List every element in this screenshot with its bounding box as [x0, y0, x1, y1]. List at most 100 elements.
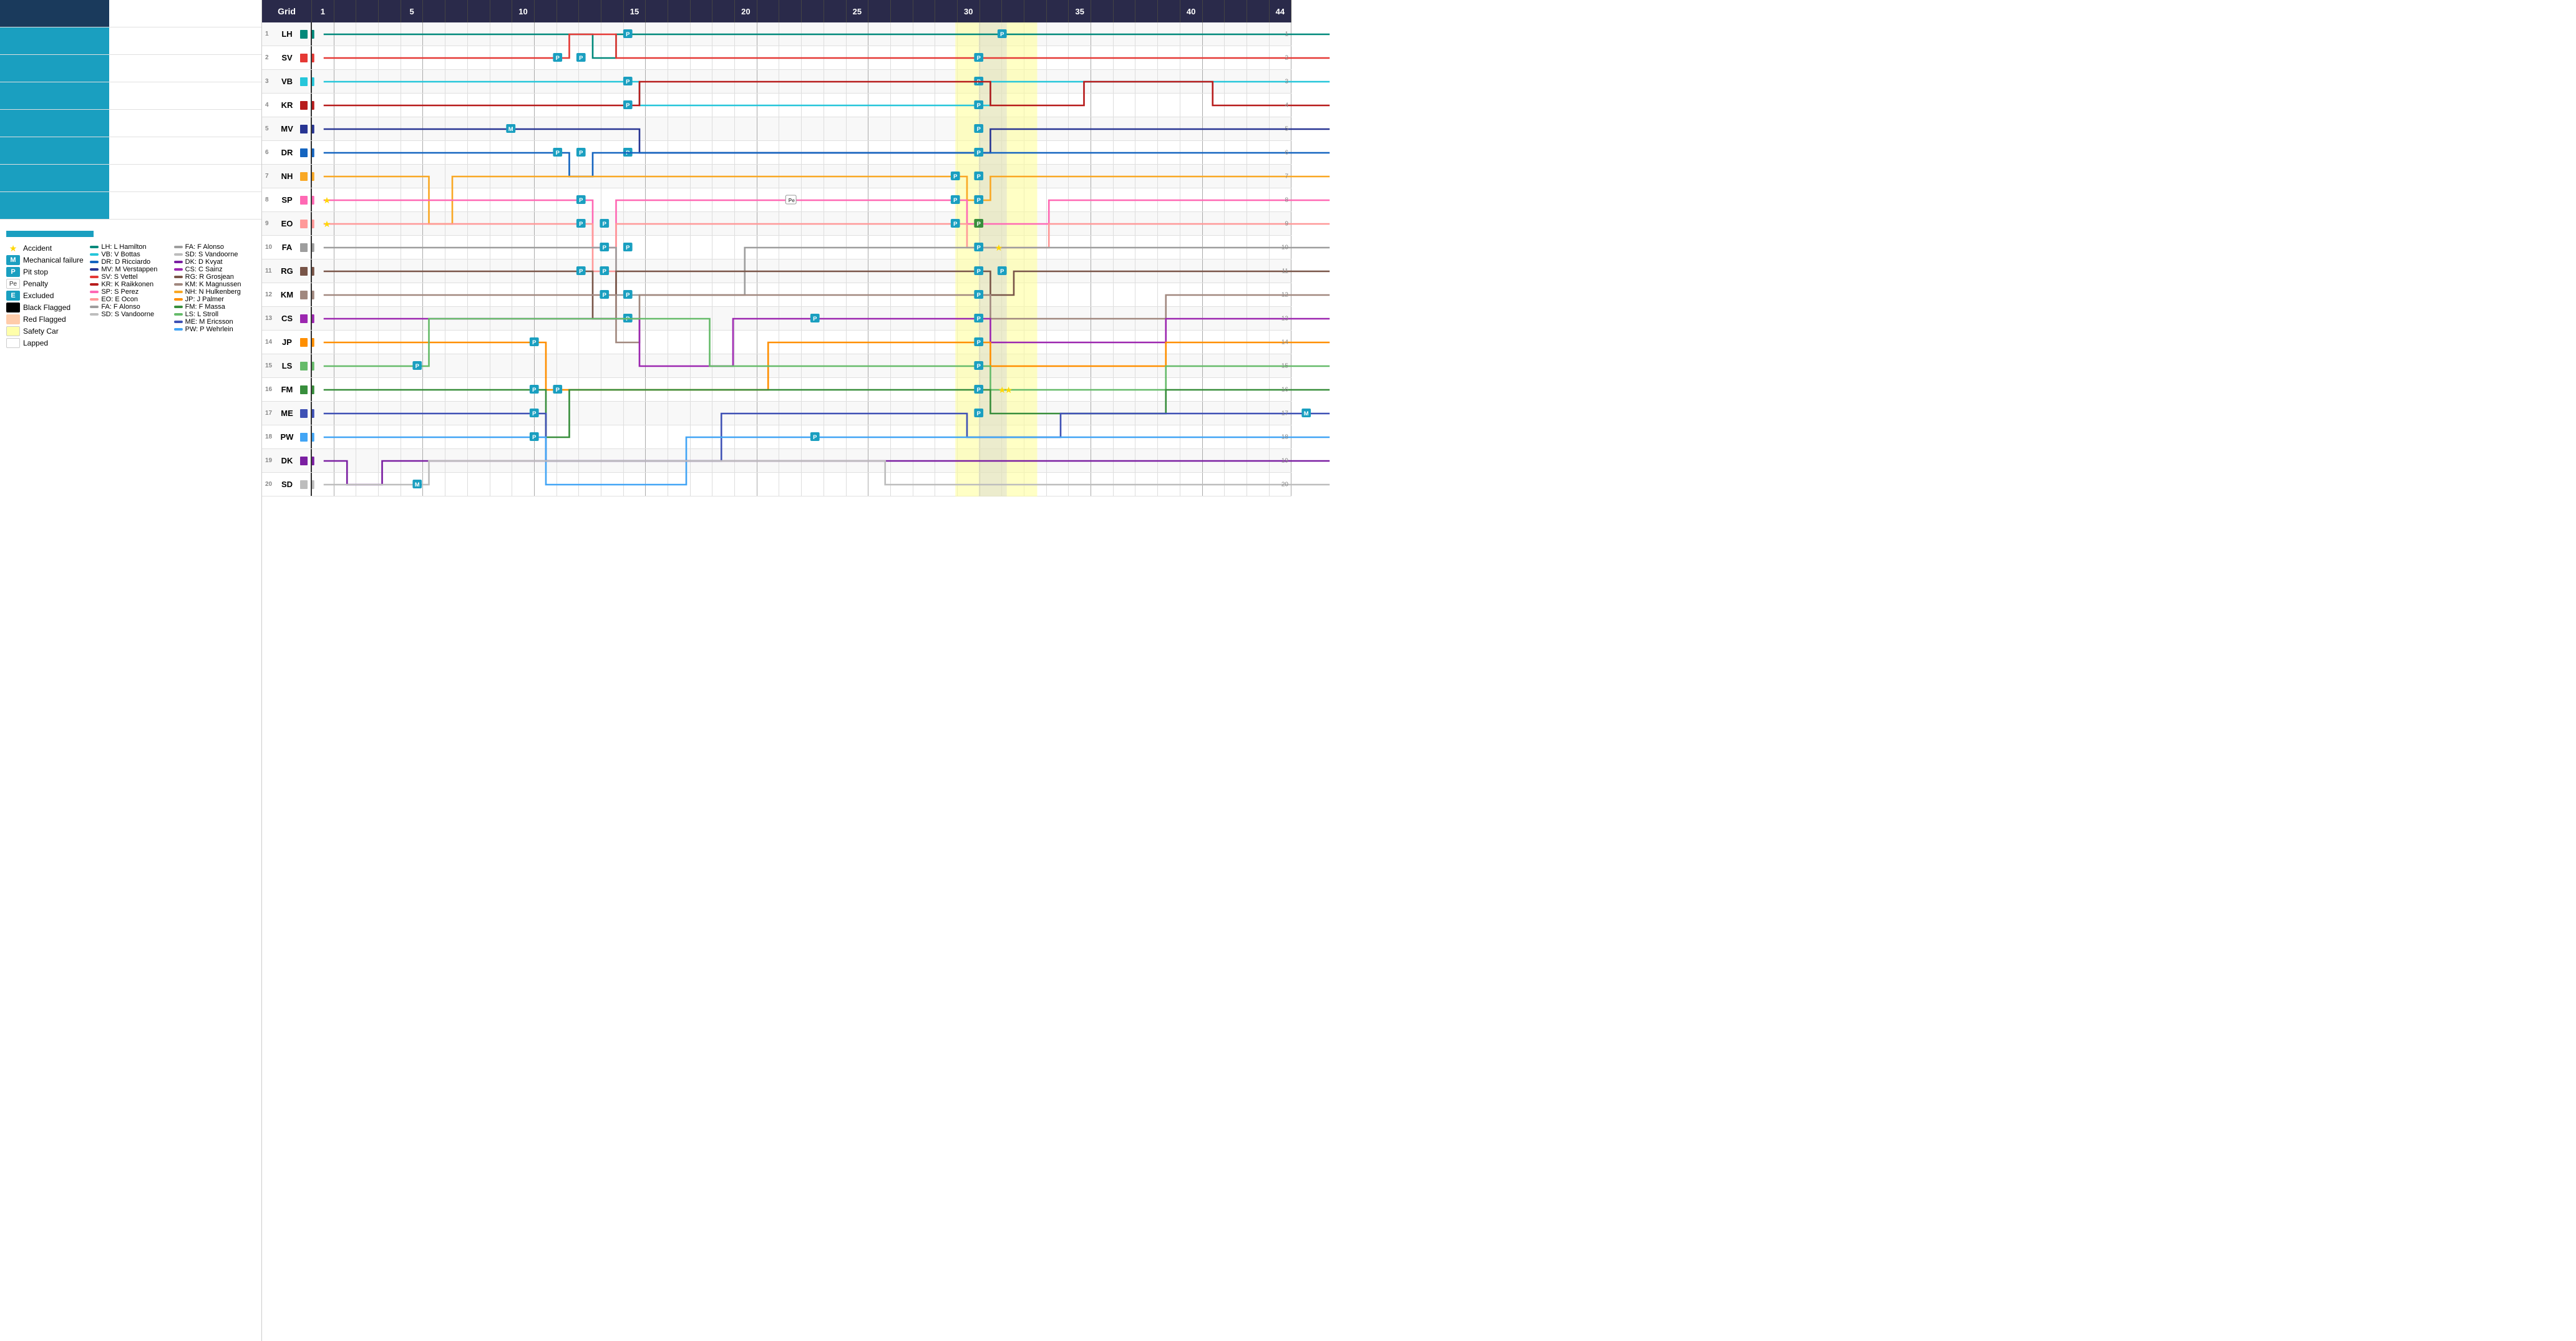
grid-lines-ME [312, 402, 1291, 425]
grid-line-28 [913, 236, 936, 259]
grid-line-40 [1180, 402, 1203, 425]
grid-line-7 [445, 425, 468, 448]
lapped-label: Lapped [23, 339, 48, 347]
grid-line-20 [735, 22, 757, 46]
driver-flag-LH [300, 30, 308, 39]
grid-line-25 [847, 94, 869, 117]
grid-line-43 [1247, 22, 1270, 46]
grid-line-27 [891, 283, 913, 306]
driver-cell-KR: 4KR [262, 94, 312, 117]
grid-line-27 [891, 449, 913, 472]
grid-line-5 [401, 283, 424, 306]
grid-line-18 [691, 354, 713, 377]
grid-line-3 [356, 449, 379, 472]
grid-line-7 [445, 236, 468, 259]
driver-row-DK: 19DK19 [262, 449, 1291, 473]
grid-line-43 [1247, 117, 1270, 140]
grid-line-12 [557, 70, 580, 93]
grid-line-35 [1069, 117, 1091, 140]
grid-line-19 [712, 425, 735, 448]
grid-line-14 [601, 141, 624, 164]
grid-line-35 [1069, 165, 1091, 188]
grid-line-43 [1247, 165, 1270, 188]
num-laps-label [0, 82, 109, 109]
grid-line-25 [847, 259, 869, 283]
grid-line-9 [490, 354, 513, 377]
grid-line-2 [334, 331, 357, 354]
grid-line-43 [1247, 425, 1270, 448]
key-driver-eo: EO: E Ocon [90, 296, 171, 303]
grid-line-29 [935, 331, 958, 354]
grid-lines-DR [312, 141, 1291, 164]
grid-line-31 [980, 46, 1003, 69]
grid-line-19 [712, 402, 735, 425]
driver-code-FA: FA [282, 243, 293, 252]
grid-line-14 [601, 307, 624, 330]
driver-num-NH: 7 [265, 173, 274, 180]
grid-line-12 [557, 259, 580, 283]
grid-line-41 [1203, 188, 1225, 211]
grid-line-9 [490, 117, 513, 140]
grid-line-15 [624, 331, 646, 354]
lap-header-11 [535, 0, 557, 22]
grid-line-34 [1047, 165, 1069, 188]
key-excluded: E Excluded [6, 291, 87, 301]
grid-line-14 [601, 22, 624, 46]
grid-line-26 [868, 331, 891, 354]
grid-line-31 [980, 283, 1003, 306]
grid-line-2 [334, 307, 357, 330]
driver-num-JP: 14 [265, 339, 274, 346]
lap-header-18 [691, 0, 713, 22]
grid-line-33 [1024, 70, 1047, 93]
grid-line-20 [735, 473, 757, 496]
grid-line-25 [847, 354, 869, 377]
lapped-icon [6, 338, 20, 348]
key-redflag: Red Flagged [6, 314, 87, 324]
grid-line-32 [1002, 331, 1024, 354]
grid-line-38 [1135, 259, 1158, 283]
grid-line-11 [535, 141, 557, 164]
pos-label-SD: 20 [1281, 481, 1288, 488]
mechanical-label: Mechanical failure [23, 256, 84, 264]
lap-area-MV: 5 [312, 117, 1291, 140]
lap-header-35: 35 [1069, 0, 1091, 22]
grid-line-11 [535, 188, 557, 211]
grid-line-1 [312, 46, 334, 69]
grid-line-38 [1135, 283, 1158, 306]
grid-line-43 [1247, 283, 1270, 306]
grid-line-12 [557, 402, 580, 425]
grid-line-20 [735, 165, 757, 188]
grid-line-26 [868, 425, 891, 448]
grid-line-26 [868, 212, 891, 235]
grid-line-17 [668, 165, 691, 188]
grid-line-41 [1203, 473, 1225, 496]
key-driver-cs: CS: C Sainz [174, 266, 255, 273]
grid-line-38 [1135, 117, 1158, 140]
grid-line-27 [891, 425, 913, 448]
grid-line-20 [735, 354, 757, 377]
grid-line-7 [445, 22, 468, 46]
grid-line-36 [1091, 425, 1114, 448]
grid-line-31 [980, 165, 1003, 188]
grid-line-17 [668, 402, 691, 425]
grid-line-10 [512, 188, 535, 211]
driver-row-FM: 16FM16 [262, 378, 1291, 402]
driver-row-DR: 6DR6 [262, 141, 1291, 165]
grid-line-8 [468, 259, 490, 283]
grid-line-42 [1225, 165, 1247, 188]
grid-line-40 [1180, 117, 1203, 140]
lap-area-VB: 3 [312, 70, 1291, 93]
grid-line-31 [980, 259, 1003, 283]
driver-code-SD: SD [281, 480, 293, 489]
grid-line-42 [1225, 94, 1247, 117]
key-driver-jp: JP: J Palmer [174, 296, 255, 303]
grid-line-4 [379, 70, 401, 93]
grid-line-38 [1135, 94, 1158, 117]
pos-label-CS: 13 [1281, 315, 1288, 322]
driver-flag-KR [300, 101, 308, 110]
grid-line-37 [1114, 236, 1136, 259]
grid-line-20 [735, 259, 757, 283]
grid-line-17 [668, 473, 691, 496]
grid-line-28 [913, 94, 936, 117]
grid-line-11 [535, 22, 557, 46]
